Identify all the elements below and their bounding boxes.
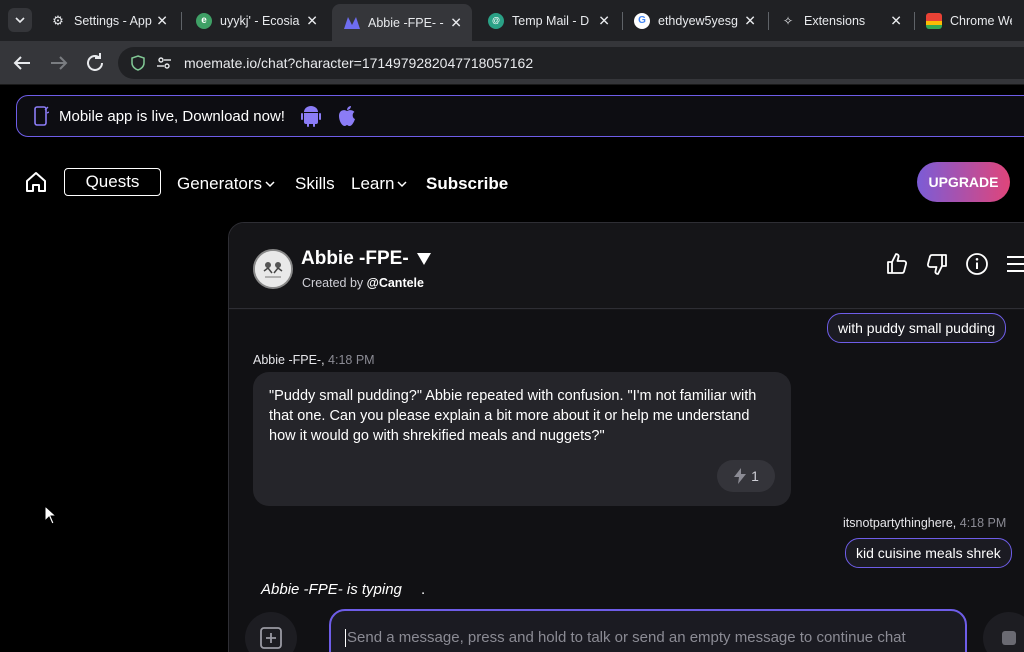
message-input-box[interactable] [329,609,967,652]
site-settings-icon[interactable] [156,55,172,71]
browser-tab[interactable]: Chrome Web [914,4,1024,37]
caret-down-icon [416,253,431,265]
chat-panel: Abbie -FPE- Created by @Cantele with pud… [228,222,1024,652]
moemate-icon [344,15,360,31]
info-icon[interactable] [965,252,989,276]
bot-message-text: "Puddy small pudding?" Abbie repeated wi… [269,388,757,444]
chevron-down-icon [15,17,25,24]
gear-icon: ⚙ [52,12,64,28]
message-author: itsnotpartythinghere, [843,516,957,530]
character-name: Abbie -FPE- [301,248,409,269]
bot-message: "Puddy small pudding?" Abbie repeated wi… [253,372,791,506]
browser-address-bar: moemate.io/chat?character=17149792820477… [0,41,1024,85]
tab-title: Abbie -FPE- - [368,15,444,30]
close-icon[interactable]: ✕ [156,12,168,29]
shield-icon [131,55,145,71]
learn-label: Learn [351,174,395,193]
chevron-down-icon [397,181,408,188]
text-caret [345,629,346,647]
generators-menu[interactable]: Generators [177,174,275,194]
user-message: kid cuisine meals shrek [845,538,1012,568]
tab-title: ethdyew5yesg [658,13,738,28]
quests-button[interactable]: Quests [64,168,161,196]
skills-link[interactable]: Skills [295,174,335,194]
message-time: 4:18 PM [328,353,375,367]
tab-title: Settings - App [74,13,152,28]
tempmail-icon: @ [488,12,504,29]
browser-tab-bar: ⚙ Settings - App ✕ e uyykj' - Ecosia ✕ A… [0,0,1024,41]
skills-label: Skills [295,174,335,193]
browser-tab[interactable]: ⚙ Settings - App ✕ [38,4,178,37]
android-icon[interactable] [300,105,321,127]
message-time: 4:18 PM [959,516,1007,530]
back-button[interactable] [10,51,34,75]
subscribe-link[interactable]: Subscribe [426,174,508,194]
close-icon[interactable]: ✕ [450,14,462,31]
close-icon[interactable]: ✕ [890,12,902,29]
avatar-image [255,251,291,287]
user-message: with puddy small pudding [827,313,1007,343]
tab-title: Chrome Web [950,13,1012,28]
character-avatar[interactable] [253,249,293,289]
browser-tab[interactable]: ✧ Extensions ✕ [768,4,912,37]
message-list: with puddy small pudding Abbie -FPE-, 4:… [229,310,1024,652]
chat-header: Abbie -FPE- Created by @Cantele [229,223,1024,309]
close-icon[interactable]: ✕ [598,12,610,29]
arrow-right-icon [51,56,68,70]
tab-title: uyykj' - Ecosia [220,13,300,28]
created-by-prefix: Created by [302,276,364,290]
close-icon[interactable]: ✕ [744,12,756,29]
browser-tab[interactable]: e uyykj' - Ecosia ✕ [184,4,328,37]
message-meta: itsnotpartythinghere, 4:18 PM [843,516,1006,530]
top-navigation: Quests Generators Skills Learn Subscribe… [0,162,1024,204]
plus-square-icon [260,627,282,649]
typing-dot: . [421,581,426,598]
phone-icon [34,106,49,126]
tab-search-button[interactable] [8,8,32,32]
reaction-count: 1 [751,468,759,484]
tab-divider [181,12,182,30]
browser-tab[interactable]: @ Temp Mail - D ✕ [476,4,620,37]
forward-button[interactable] [47,51,71,75]
tab-title: Extensions [804,13,866,28]
tab-title: Temp Mail - D [512,13,590,28]
message-input[interactable] [347,629,949,646]
browser-tab-active[interactable]: Abbie -FPE- - ✕ [332,4,472,41]
close-icon[interactable]: ✕ [306,12,318,29]
chrome-webstore-icon [926,12,942,29]
subscribe-label: Subscribe [426,174,509,193]
banner-text: Mobile app is live, Download now! [59,107,285,125]
thumbs-up-icon[interactable] [885,252,909,276]
reload-icon [87,53,103,71]
reload-button[interactable] [83,51,107,75]
chevron-down-icon [265,181,275,188]
reaction-button[interactable]: 1 [717,460,775,492]
url-bar[interactable]: moemate.io/chat?character=17149792820477… [118,47,1024,79]
message-author: Abbie -FPE-, [253,353,325,367]
character-name-dropdown[interactable]: Abbie -FPE- [301,248,431,270]
puzzle-icon: ✧ [782,13,794,28]
mobile-app-banner[interactable]: Mobile app is live, Download now! [16,95,1024,137]
creator-link[interactable]: @Cantele [367,276,424,290]
message-meta: Abbie -FPE-, 4:18 PM [253,353,375,367]
upgrade-button[interactable]: UPGRADE [917,162,1010,202]
learn-menu[interactable]: Learn [351,174,408,194]
apple-icon[interactable] [337,105,357,127]
url-text: moemate.io/chat?character=17149792820477… [184,55,534,71]
menu-icon[interactable] [1005,252,1024,276]
typing-indicator: Abbie -FPE- is typing [261,581,402,598]
created-by: Created by @Cantele [302,276,424,290]
mouse-cursor-icon [44,505,58,525]
stop-icon [1002,631,1016,645]
thumbs-down-icon[interactable] [925,252,949,276]
lightning-icon [734,468,747,484]
google-icon: G [634,12,650,29]
generators-label: Generators [177,174,263,193]
ecosia-icon: e [196,12,212,29]
browser-tab[interactable]: G ethdyew5yesg ✕ [622,4,766,37]
arrow-left-icon [13,56,30,70]
home-icon[interactable] [24,170,48,194]
